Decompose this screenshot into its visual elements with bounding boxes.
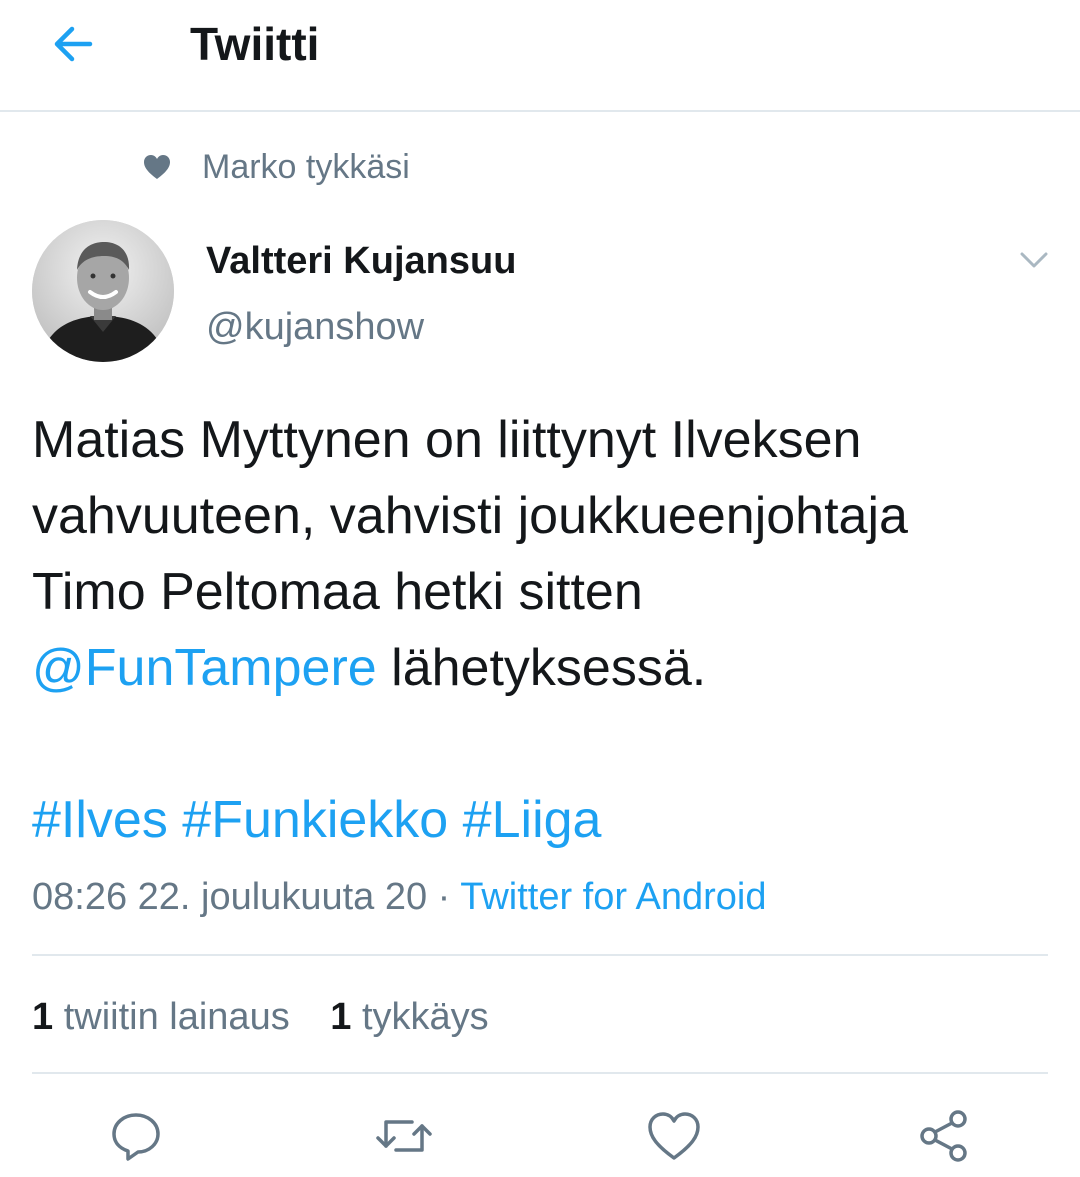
tweet-meta: 08:26 22. joulukuuta 20 · Twitter for An…	[32, 870, 766, 924]
likes-count: 1	[330, 996, 352, 1038]
arrow-left-icon	[54, 26, 93, 62]
tweet-text-line: vahvuuteen, vahvisti joukkueenjohtaja	[32, 487, 908, 545]
heart-icon	[144, 155, 170, 179]
divider	[32, 1072, 1048, 1074]
retweet-icon	[376, 1120, 432, 1152]
quotes-stat[interactable]: 1 twiitin lainaus	[32, 996, 290, 1038]
tweet-text-line: Matias Myttynen on liittynyt Ilveksen	[32, 411, 862, 469]
tweet-stats: 1 twiitin lainaus 1 tykkäys	[32, 990, 519, 1044]
like-button[interactable]	[644, 1106, 704, 1166]
back-button[interactable]	[46, 16, 102, 72]
tweet-text-line: @FunTampere lähetyksessä.	[32, 630, 1062, 706]
author-name[interactable]: Valtteri Kujansuu	[206, 236, 516, 286]
hashtag-link[interactable]: #Liiga	[463, 791, 602, 849]
share-icon	[920, 1110, 967, 1162]
avatar-image	[32, 220, 174, 362]
social-context-text: Marko tykkäsi	[202, 147, 410, 186]
share-button[interactable]	[914, 1106, 974, 1166]
retweet-button[interactable]	[374, 1106, 434, 1166]
hashtag-line: #Ilves #Funkiekko #Liiga	[32, 782, 1062, 858]
likes-label: tykkäys	[361, 996, 489, 1038]
likes-stat[interactable]: 1 tykkäys	[330, 996, 488, 1038]
avatar[interactable]	[32, 220, 174, 362]
tweet-spacer	[32, 706, 1062, 782]
app-header: Twiitti	[0, 0, 1080, 112]
tweet-options-button[interactable]	[1014, 244, 1054, 276]
mention-link[interactable]: @FunTampere	[32, 639, 377, 697]
hashtag-link[interactable]: #Funkiekko	[182, 791, 448, 849]
reply-icon	[112, 1113, 160, 1161]
tweet-source-link[interactable]: Twitter for Android	[460, 876, 766, 918]
reply-button[interactable]	[106, 1106, 166, 1166]
hashtag-link[interactable]: #Ilves	[32, 791, 168, 849]
meta-separator: ·	[427, 876, 461, 918]
quotes-label: twiitin lainaus	[63, 996, 290, 1038]
tweet-timestamp: 08:26 22. joulukuuta 20	[32, 876, 428, 918]
like-icon	[648, 1112, 700, 1160]
tweet-text-rest: lähetyksessä.	[376, 639, 707, 697]
page-title: Twiitti	[190, 18, 320, 70]
chevron-down-icon	[1020, 252, 1048, 268]
tweet-text-line: Timo Peltomaa hetki sitten	[32, 563, 643, 621]
author-handle[interactable]: @kujanshow	[206, 302, 424, 352]
quotes-count: 1	[32, 996, 54, 1038]
social-context: Marko tykkäsi	[142, 142, 410, 192]
tweet-text: Matias Myttynen on liittynyt Ilveksen va…	[32, 402, 1062, 858]
divider	[32, 954, 1048, 956]
